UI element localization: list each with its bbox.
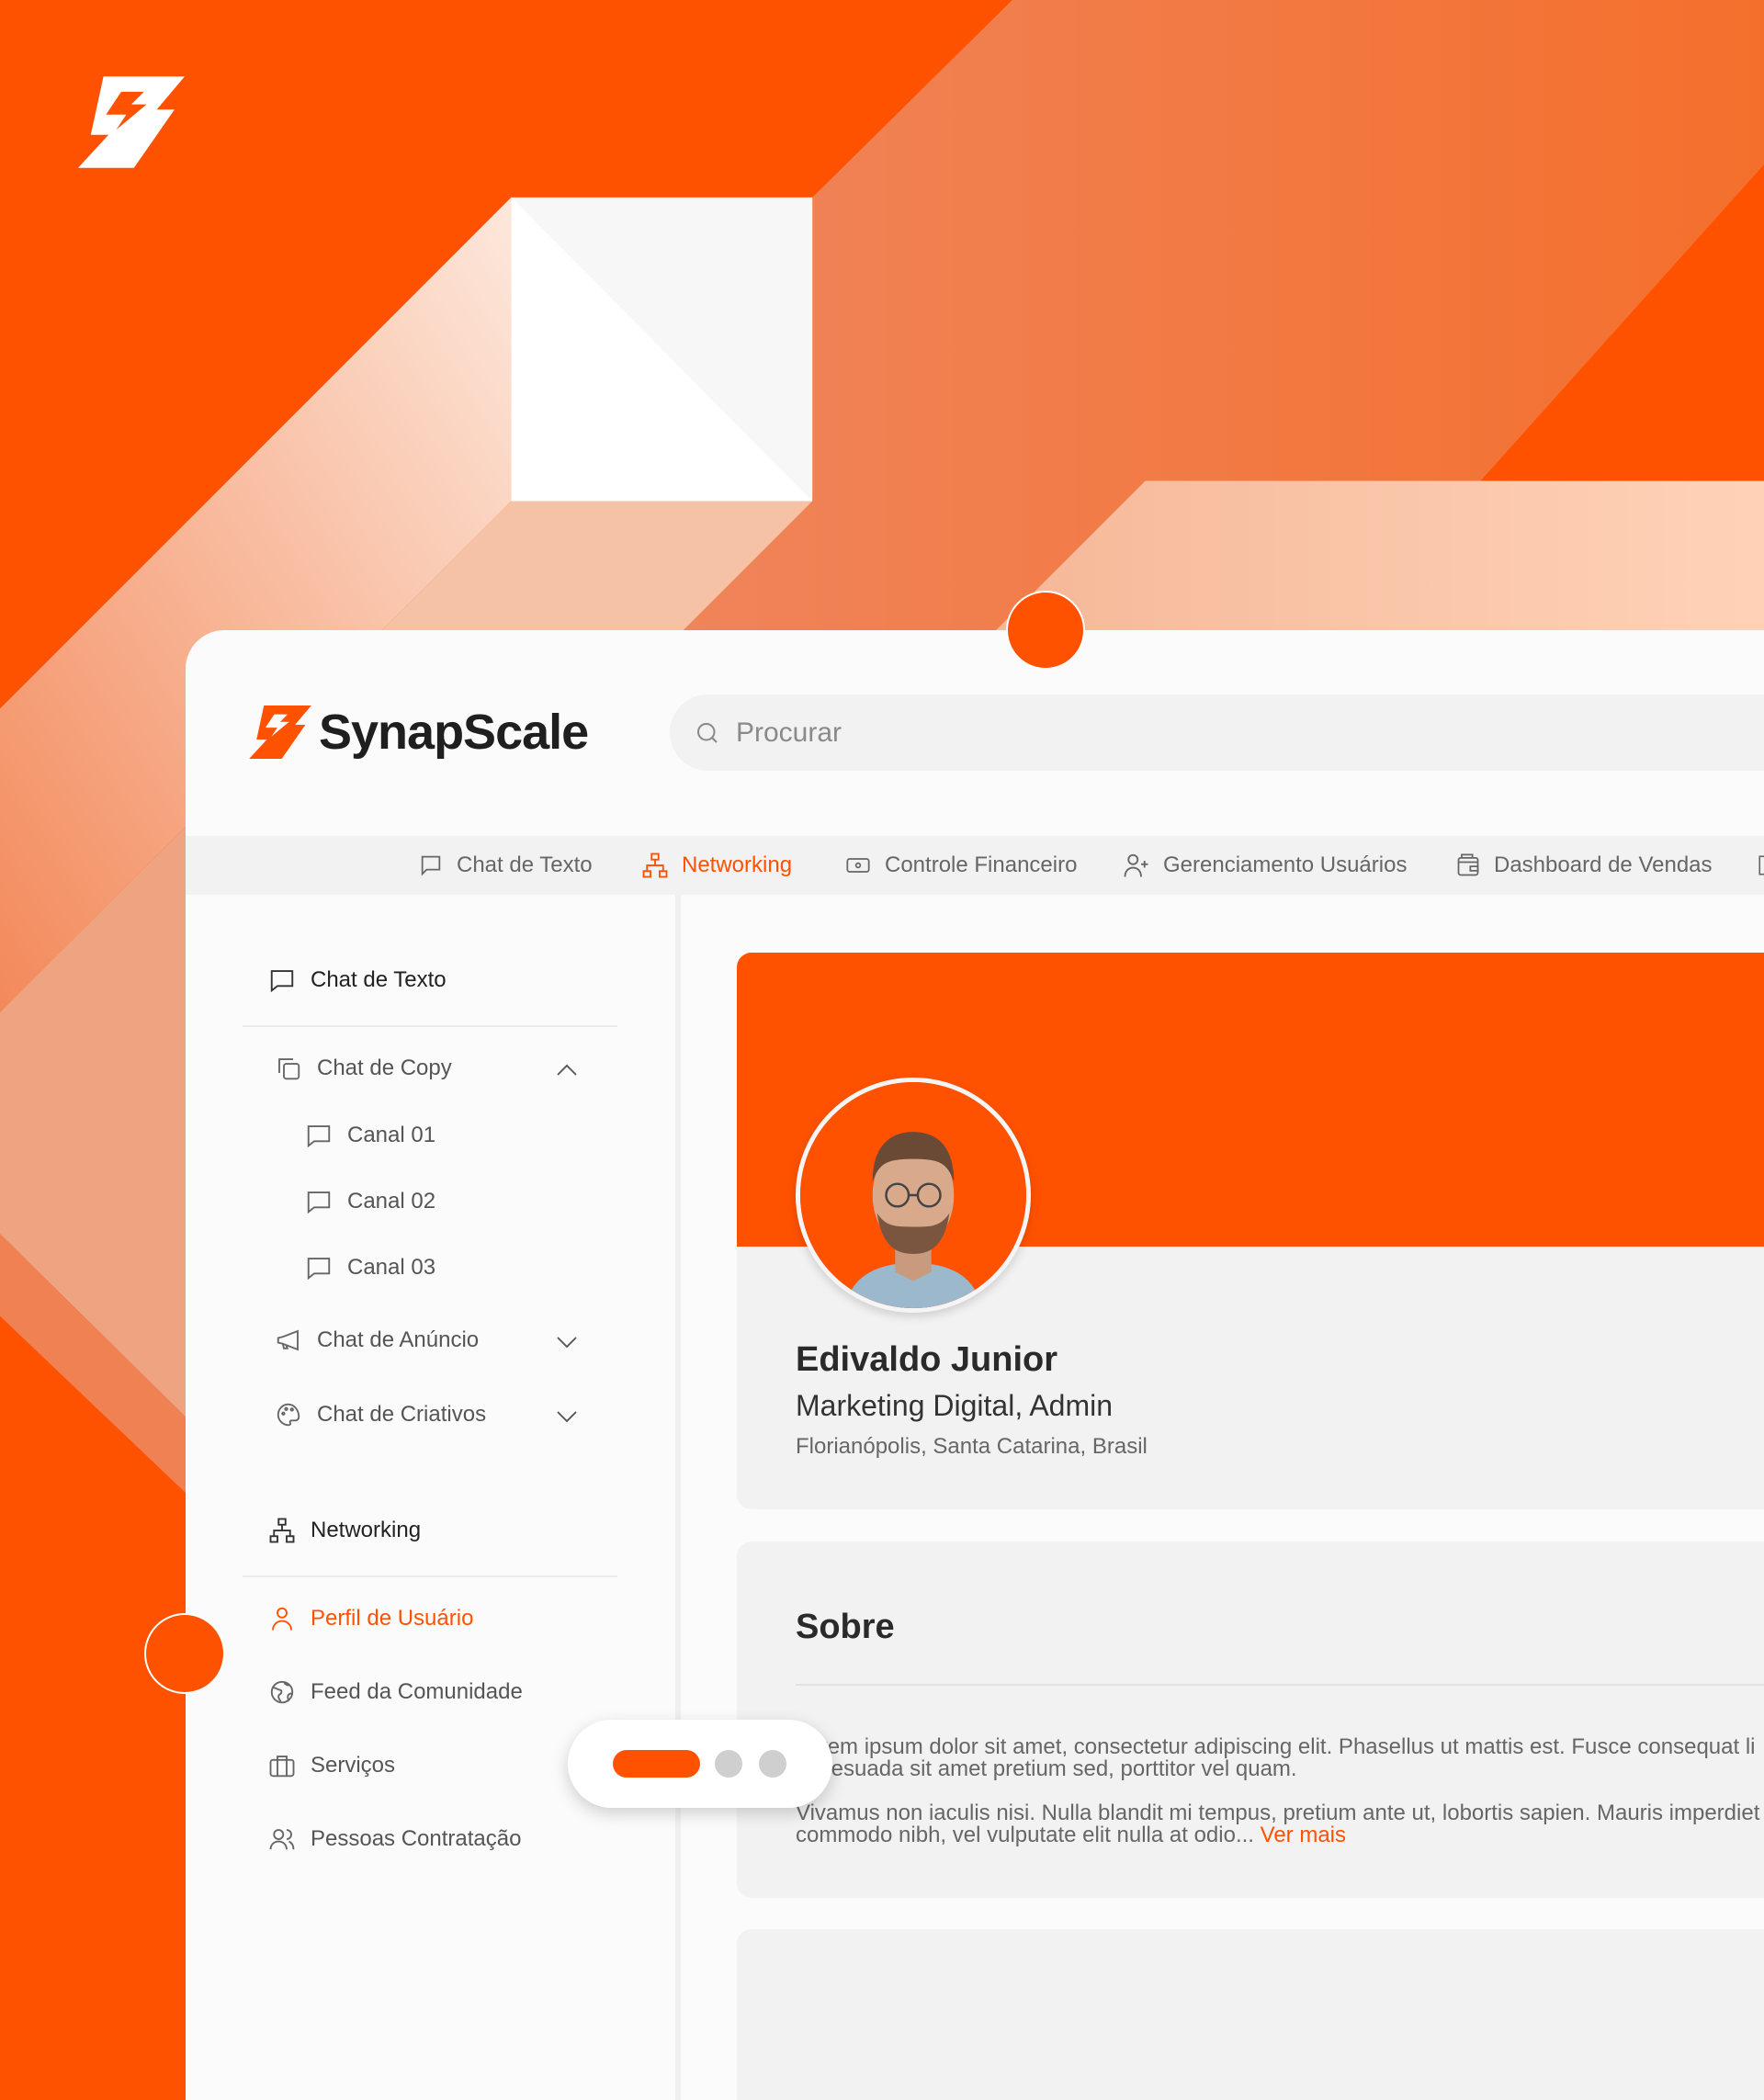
divider bbox=[243, 1025, 617, 1027]
chat-bubble-icon bbox=[307, 1191, 331, 1214]
sidebar-item-canal-01[interactable]: Canal 01 bbox=[305, 1122, 435, 1149]
tab-label: Dashboard de Vendas bbox=[1494, 852, 1713, 877]
search-input[interactable] bbox=[736, 717, 1287, 749]
user-add-icon bbox=[1124, 853, 1148, 877]
profile-card: Edivaldo Junior Marketing Digital, Admin… bbox=[737, 953, 1764, 1509]
about-paragraph-2: Vivamus non iaculis nisi. Nulla blandit … bbox=[796, 1802, 1764, 1846]
sidebar-item-label: Feed da Comunidade bbox=[311, 1679, 523, 1704]
sidebar-item-label: Canal 02 bbox=[347, 1189, 436, 1214]
chat-bubble-icon bbox=[270, 970, 294, 993]
sidebar-item-pessoas-contratacao[interactable]: Pessoas Contratação bbox=[268, 1825, 521, 1853]
sidebar-item-perfil-de-usuario[interactable]: Perfil de Usuário bbox=[268, 1605, 473, 1632]
decorative-circle bbox=[144, 1613, 225, 1694]
brand[interactable]: SynapScale bbox=[249, 704, 589, 761]
tab-label: Networking bbox=[682, 852, 793, 877]
search-icon bbox=[697, 722, 718, 743]
tab-dashboard-de-vendas[interactable]: Dashboard de Vendas bbox=[1455, 836, 1713, 895]
profile-role: Marketing Digital, Admin bbox=[796, 1389, 1114, 1422]
copy-icon bbox=[278, 1058, 300, 1080]
sidebar-item-servicos[interactable]: Serviços bbox=[268, 1752, 395, 1779]
tab-label: Chat de Texto bbox=[457, 852, 593, 877]
sidebar-item-feed-da-comunidade[interactable]: Feed da Comunidade bbox=[268, 1678, 523, 1706]
carousel-indicator bbox=[568, 1720, 832, 1808]
network-icon bbox=[642, 852, 668, 878]
sidebar-item-label: Networking bbox=[311, 1518, 422, 1542]
chat-bubble-icon bbox=[421, 855, 441, 876]
brand-name: SynapScale bbox=[319, 705, 589, 760]
carousel-dot-active[interactable] bbox=[613, 1750, 700, 1778]
profile-name: Edivaldo Junior bbox=[796, 1340, 1058, 1379]
sidebar-item-label: Perfil de Usuário bbox=[311, 1606, 474, 1631]
ver-mais-link[interactable]: Ver mais bbox=[1261, 1823, 1346, 1847]
text-line: Vivamus non iaculis nisi. Nulla blandit … bbox=[796, 1801, 1760, 1825]
text-line: malesuada sit amet pretium sed, porttito… bbox=[796, 1756, 1297, 1781]
text-line: Lorem ipsum dolor sit amet, consectetur … bbox=[796, 1734, 1756, 1759]
top-nav: Chat de Texto Networking Controle Financ… bbox=[186, 836, 1764, 895]
sidebar-item-canal-03[interactable]: Canal 03 bbox=[305, 1254, 435, 1281]
carousel-dot[interactable] bbox=[715, 1750, 742, 1778]
document-icon bbox=[1758, 855, 1764, 875]
avatar-photo bbox=[800, 1082, 1026, 1308]
tab-gerenciamento-usuarios[interactable]: Gerenciamento Usuários bbox=[1123, 836, 1407, 895]
briefcase-icon bbox=[269, 1756, 295, 1778]
text-line: commodo nibh, vel vulputate elit nulla a… bbox=[796, 1823, 1261, 1847]
sidebar-item-chat-de-anuncio[interactable]: Chat de Anúncio bbox=[275, 1327, 479, 1354]
lightning-bolt-icon bbox=[249, 706, 311, 759]
divider bbox=[243, 1575, 617, 1577]
tab-more[interactable] bbox=[1757, 836, 1764, 895]
sidebar-item-chat-de-copy[interactable]: Chat de Copy bbox=[275, 1055, 452, 1082]
sidebar-item-label: Chat de Copy bbox=[317, 1056, 452, 1080]
globe-icon bbox=[270, 1680, 294, 1704]
sidebar-item-label: Serviços bbox=[311, 1753, 396, 1778]
sidebar-item-label: Chat de Anúncio bbox=[317, 1327, 480, 1352]
about-card: Sobre Lorem ipsum dolor sit amet, consec… bbox=[737, 1541, 1764, 1898]
megaphone-icon bbox=[277, 1329, 299, 1351]
search-bar[interactable] bbox=[670, 694, 1764, 771]
sidebar: Chat de Texto Chat de Copy Canal 01 Cana… bbox=[186, 895, 675, 2100]
about-paragraph-1: Lorem ipsum dolor sit amet, consectetur … bbox=[796, 1736, 1764, 1780]
wallet-icon bbox=[1457, 853, 1479, 876]
tab-label: Controle Financeiro bbox=[885, 852, 1078, 877]
users-icon bbox=[269, 1829, 295, 1850]
tab-controle-financeiro[interactable]: Controle Financeiro bbox=[844, 836, 1077, 895]
sidebar-item-canal-02[interactable]: Canal 02 bbox=[305, 1188, 435, 1215]
chat-bubble-icon bbox=[307, 1125, 331, 1148]
money-icon bbox=[846, 858, 870, 873]
about-title: Sobre bbox=[796, 1608, 895, 1646]
app-window: SynapScale Chat de Texto Networking Cont… bbox=[186, 630, 1764, 2100]
content-card bbox=[737, 1929, 1764, 2100]
avatar[interactable] bbox=[796, 1078, 1031, 1313]
tab-networking[interactable]: Networking bbox=[641, 836, 792, 895]
sidebar-item-label: Canal 03 bbox=[347, 1255, 436, 1280]
sidebar-item-chat-de-texto[interactable]: Chat de Texto bbox=[268, 966, 447, 994]
sidebar-item-chat-de-criativos[interactable]: Chat de Criativos bbox=[275, 1401, 486, 1428]
sidebar-item-networking[interactable]: Networking bbox=[268, 1517, 421, 1544]
chevron-up-icon[interactable] bbox=[553, 1056, 581, 1084]
profile-location: Florianópolis, Santa Catarina, Brasil bbox=[796, 1434, 1148, 1459]
sidebar-item-label: Chat de Texto bbox=[311, 967, 447, 992]
lightning-bolt-icon bbox=[78, 76, 185, 168]
chevron-down-icon[interactable] bbox=[553, 1403, 581, 1430]
divider bbox=[796, 1684, 1764, 1686]
sidebar-divider bbox=[675, 895, 681, 2100]
chat-bubble-icon bbox=[307, 1258, 331, 1281]
chevron-down-icon[interactable] bbox=[553, 1328, 581, 1356]
decorative-circle bbox=[1006, 591, 1085, 670]
palette-icon bbox=[277, 1403, 300, 1427]
tab-chat-de-texto[interactable]: Chat de Texto bbox=[418, 836, 593, 895]
tab-label: Gerenciamento Usuários bbox=[1163, 852, 1408, 877]
sidebar-item-label: Canal 01 bbox=[347, 1123, 436, 1147]
carousel-dot[interactable] bbox=[759, 1750, 786, 1778]
network-icon bbox=[269, 1518, 295, 1543]
sidebar-item-label: Pessoas Contratação bbox=[311, 1826, 522, 1851]
user-icon bbox=[272, 1607, 292, 1631]
sidebar-item-label: Chat de Criativos bbox=[317, 1402, 487, 1427]
